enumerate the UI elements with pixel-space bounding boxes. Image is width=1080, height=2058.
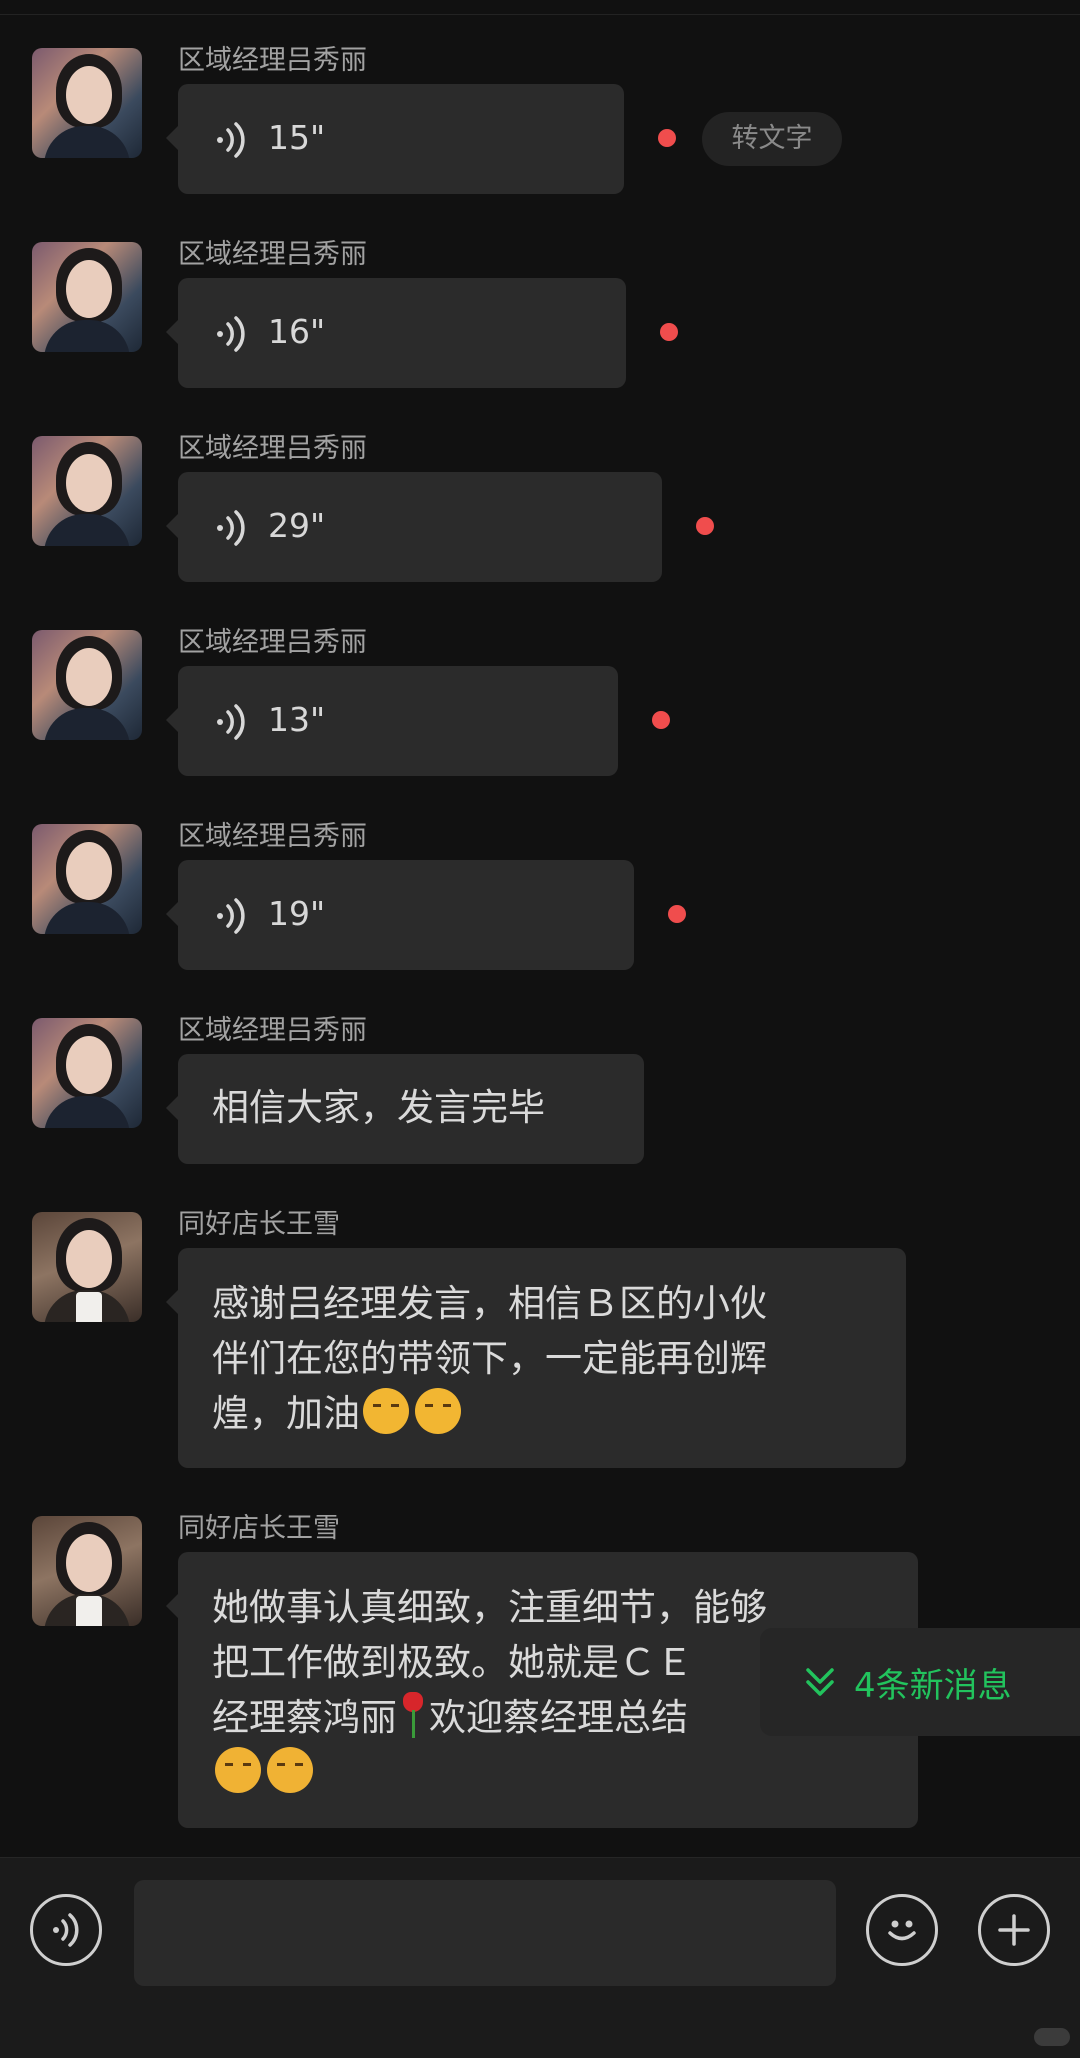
sender-name: 区域经理吕秀丽	[178, 433, 367, 464]
message-line: 感谢吕经理发言，相信Ｂ区的小伙	[212, 1282, 767, 1325]
message-line: 煌，加油	[212, 1392, 360, 1435]
sender-name: 区域经理吕秀丽	[178, 627, 367, 658]
voice-bubble[interactable]: 19"	[166, 860, 634, 970]
unread-dot	[660, 323, 678, 341]
message-line-with-emoji: 煌，加油	[212, 1386, 872, 1441]
transcribe-button[interactable]: 转文字	[702, 112, 842, 166]
new-messages-banner[interactable]: 4条新消息	[760, 1628, 1080, 1736]
voice-wave-icon	[217, 316, 245, 352]
avatar[interactable]	[32, 824, 142, 934]
message-line: 伴们在您的带领下，一定能再创辉	[212, 1337, 767, 1380]
avatar[interactable]	[32, 1018, 142, 1128]
voice-duration: 29"	[268, 506, 326, 545]
text-bubble[interactable]: 相信大家，发言完毕	[166, 1054, 644, 1164]
hand-over-mouth-emoji	[267, 1747, 313, 1793]
avatar[interactable]	[32, 242, 142, 352]
voice-duration: 16"	[268, 312, 326, 351]
sender-name: 区域经理吕秀丽	[178, 239, 367, 270]
sender-name: 区域经理吕秀丽	[178, 45, 367, 76]
message-line: 经理蔡鸿丽	[212, 1696, 397, 1739]
voice-icon	[53, 1913, 79, 1947]
voice-duration: 13"	[268, 700, 326, 739]
voice-wave-icon	[217, 898, 245, 934]
smiley-icon	[888, 1920, 916, 1941]
message-line: 相信大家，发言完毕	[212, 1086, 545, 1129]
sender-name: 区域经理吕秀丽	[178, 821, 367, 852]
top-divider	[0, 14, 1080, 15]
avatar[interactable]	[32, 436, 142, 546]
voice-bubble[interactable]: 16"	[166, 278, 626, 388]
saluting-face-emoji	[415, 1388, 461, 1434]
voice-wave-icon	[217, 510, 245, 546]
voice-bubble[interactable]: 13"	[166, 666, 618, 776]
voice-bubble[interactable]: 15"	[166, 84, 624, 194]
avatar[interactable]	[32, 1212, 142, 1322]
saluting-face-emoji	[363, 1388, 409, 1434]
avatar[interactable]	[32, 630, 142, 740]
input-bar	[0, 1857, 1080, 2058]
voice-duration: 19"	[268, 894, 326, 933]
message-input[interactable]	[134, 1880, 836, 1986]
avatar[interactable]	[32, 1516, 142, 1626]
emoji-button[interactable]	[866, 1894, 938, 1966]
message-line: 欢迎蔡经理总结	[429, 1696, 688, 1739]
plus-icon	[998, 1914, 1030, 1946]
avatar[interactable]	[32, 48, 142, 158]
message-line: 她做事认真细致，注重细节，能够	[212, 1586, 767, 1629]
voice-wave-icon	[217, 704, 245, 740]
voice-input-button[interactable]	[30, 1894, 102, 1966]
emoji-line	[212, 1745, 884, 1800]
sender-name: 区域经理吕秀丽	[178, 1015, 367, 1046]
text-bubble[interactable]: 感谢吕经理发言，相信Ｂ区的小伙 伴们在您的带领下，一定能再创辉 煌，加油	[166, 1248, 906, 1468]
unread-dot	[668, 905, 686, 923]
hand-over-mouth-emoji	[215, 1747, 261, 1793]
unread-dot	[696, 517, 714, 535]
voice-wave-icon	[217, 122, 245, 158]
new-messages-label: 4条新消息	[854, 1665, 1012, 1706]
home-indicator	[1034, 2028, 1070, 2046]
tulip-emoji	[401, 1692, 425, 1738]
sender-name: 同好店长王雪	[178, 1209, 340, 1240]
voice-bubble[interactable]: 29"	[166, 472, 662, 582]
voice-duration: 15"	[268, 118, 326, 157]
sender-name: 同好店长王雪	[178, 1513, 340, 1544]
unread-dot	[652, 711, 670, 729]
double-chevron-down-icon	[806, 1668, 834, 1696]
more-button[interactable]	[978, 1894, 1050, 1966]
unread-dot	[658, 129, 676, 147]
